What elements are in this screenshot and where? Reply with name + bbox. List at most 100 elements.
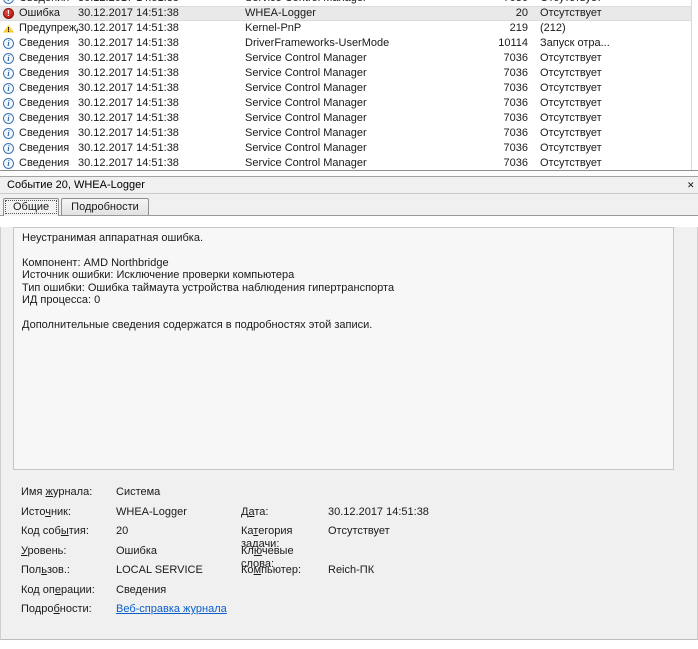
field-label: Имя журнала:	[21, 486, 116, 499]
source-cell: Service Control Manager	[245, 51, 448, 66]
level-cell: ! Предупреждение	[3, 21, 78, 36]
event-id-cell: 7036	[448, 51, 528, 66]
date-cell: 30.12.2017 14:51:38	[78, 96, 245, 111]
field-label: Компьютер:	[241, 564, 328, 577]
source-cell: WHEA-Logger	[245, 6, 448, 21]
field-label: Подробности:	[21, 603, 116, 616]
level-label: Сведения	[19, 36, 69, 51]
event-preview-pane: Событие 20, WHEA-Logger ✕ Общие Подробно…	[0, 176, 698, 640]
date-cell: 30.12.2017 14:51:38	[78, 51, 245, 66]
field-value: LOCAL SERVICE	[116, 564, 241, 577]
level-cell: i Сведения	[3, 141, 78, 156]
event-row[interactable]: ! Предупреждение 30.12.2017 14:51:38 Ker…	[0, 21, 691, 36]
field-value: Система	[116, 486, 241, 499]
tab-general[interactable]: Общие	[3, 198, 59, 216]
event-description-box[interactable]: Неустранимая аппаратная ошибка. Компонен…	[13, 227, 674, 470]
date-cell: 30.12.2017 14:51:38	[78, 126, 245, 141]
event-row[interactable]: i Сведения 30.12.2017 14:51:38 Service C…	[0, 156, 691, 170]
event-row[interactable]: i Сведения 30.12.2017 14:51:38 DriverFra…	[0, 36, 691, 51]
info-icon: i	[3, 0, 14, 4]
warning-icon: !	[3, 25, 14, 33]
info-icon: i	[3, 53, 14, 64]
task-category-cell: Запуск отра...	[540, 36, 691, 51]
event-row[interactable]: i Сведения 30.12.2017 14:51:38 Service C…	[0, 81, 691, 96]
source-cell: Service Control Manager	[245, 111, 448, 126]
event-row[interactable]: i Сведения 30.12.2017 14:51:38 Service C…	[0, 126, 691, 141]
event-row[interactable]: i Сведения 30.12.2017 14:51:38 Service C…	[0, 66, 691, 81]
date-cell: 30.12.2017 14:51:38	[78, 111, 245, 126]
detail-field-row: Источник: WHEA-Logger Дата: 30.12.2017 1…	[21, 506, 697, 526]
level-label: Сведения	[19, 51, 69, 66]
event-id-cell: 219	[448, 21, 528, 36]
field-value: Reich-ПК	[328, 564, 697, 577]
event-description: Неустранимая аппаратная ошибка. Компонен…	[22, 232, 665, 331]
event-row[interactable]: i Сведения 30.12.2017 14:51:38 Service C…	[0, 51, 691, 66]
level-cell: ! Ошибка	[3, 6, 78, 21]
tab-details[interactable]: Подробности	[61, 198, 149, 215]
level-label: Предупреждение	[19, 21, 78, 36]
task-category-cell: Отсутствует	[540, 141, 691, 156]
level-cell: i Сведения	[3, 51, 78, 66]
source-cell: Service Control Manager	[245, 96, 448, 111]
detail-field-row: Код операции: Сведения	[21, 584, 697, 604]
level-cell: i Сведения	[3, 36, 78, 51]
field-label: Источник:	[21, 506, 116, 519]
info-icon: i	[3, 128, 14, 139]
level-label: Сведения	[19, 66, 69, 81]
source-cell: Service Control Manager	[245, 156, 448, 170]
level-cell: i Сведения	[3, 126, 78, 141]
level-cell: i Сведения	[3, 156, 78, 170]
date-cell: 30.12.2017 14:51:38	[78, 6, 245, 21]
event-id-cell: 7036	[448, 96, 528, 111]
event-id-cell: 7036	[448, 141, 528, 156]
detail-field-row: Подробности: Веб-справка журнала	[21, 603, 697, 623]
task-category-cell: Отсутствует	[540, 6, 691, 21]
preview-tabs: Общие Подробности	[0, 194, 698, 216]
error-icon: !	[3, 8, 14, 19]
close-icon[interactable]: ✕	[687, 179, 697, 191]
tab-page-general: Неустранимая аппаратная ошибка. Компонен…	[0, 227, 698, 640]
date-cell: 30.12.2017 14:51:38	[78, 156, 245, 170]
date-cell: 30.12.2017 14:51:38	[78, 21, 245, 36]
detail-field-row: Уровень: Ошибка Ключевые слова:	[21, 545, 697, 565]
task-category-cell: Отсутствует	[540, 81, 691, 96]
event-list[interactable]: i Сведения 30.12.2017 14:51:38 Service C…	[0, 0, 692, 170]
field-value: 30.12.2017 14:51:38	[328, 506, 697, 519]
level-label: Сведения	[19, 126, 69, 141]
level-cell: i Сведения	[3, 81, 78, 96]
level-label: Сведения	[19, 81, 69, 96]
event-id-cell: 7036	[448, 156, 528, 170]
event-log-online-help-link[interactable]: Веб-справка журнала	[116, 603, 227, 615]
event-row[interactable]: i Сведения 30.12.2017 14:51:38 Service C…	[0, 141, 691, 156]
level-label: Сведения	[19, 96, 69, 111]
tab-general-label: Общие	[13, 201, 49, 213]
event-id-cell: 7036	[448, 81, 528, 96]
source-cell: Service Control Manager	[245, 81, 448, 96]
date-cell: 30.12.2017 14:51:38	[78, 36, 245, 51]
preview-header: Событие 20, WHEA-Logger ✕	[0, 176, 698, 194]
info-icon: i	[3, 113, 14, 124]
task-category-cell: Отсутствует	[540, 156, 691, 170]
level-label: Сведения	[19, 111, 69, 126]
field-label: Код операции:	[21, 584, 116, 597]
level-cell: i Сведения	[3, 66, 78, 81]
field-value: Веб-справка журнала	[116, 603, 241, 616]
event-id-cell: 7036	[448, 126, 528, 141]
task-category-cell: Отсутствует	[540, 111, 691, 126]
event-row[interactable]: i Сведения 30.12.2017 14:51:38 Service C…	[0, 96, 691, 111]
field-label: Уровень:	[21, 545, 116, 558]
detail-field-row: Код события: 20 Категория задачи: Отсутс…	[21, 525, 697, 545]
field-value: WHEA-Logger	[116, 506, 241, 519]
source-cell: DriverFrameworks-UserMode	[245, 36, 448, 51]
detail-field-row: Имя журнала: Система	[21, 486, 697, 506]
field-label: Пользов.:	[21, 564, 116, 577]
event-id-cell: 7036	[448, 66, 528, 81]
footer-strip	[0, 640, 698, 649]
field-label: Код события:	[21, 525, 116, 538]
level-cell: i Сведения	[3, 111, 78, 126]
event-row[interactable]: i Сведения 30.12.2017 14:51:38 Service C…	[0, 111, 691, 126]
info-icon: i	[3, 68, 14, 79]
source-cell: Service Control Manager	[245, 141, 448, 156]
level-cell: i Сведения	[3, 96, 78, 111]
event-row[interactable]: ! Ошибка 30.12.2017 14:51:38 WHEA-Logger…	[0, 6, 691, 21]
